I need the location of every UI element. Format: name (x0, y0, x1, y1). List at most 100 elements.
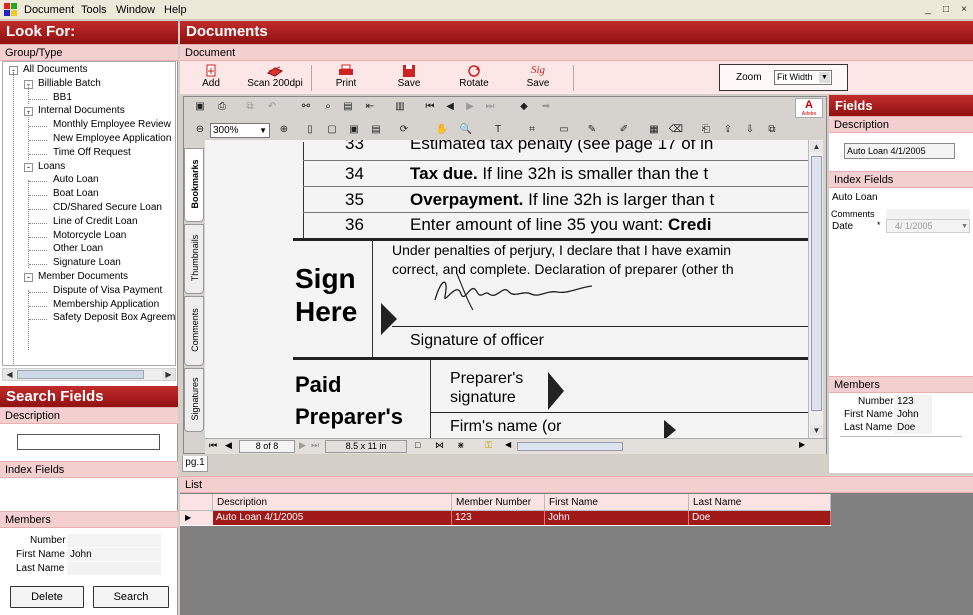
scroll-right-status-icon[interactable]: ▶ (799, 440, 805, 449)
last-page-icon[interactable]: ⏭ (482, 99, 498, 115)
pdf-horizontal-thumb[interactable] (517, 442, 623, 451)
tree-item[interactable]: Boat Loan (53, 188, 99, 199)
save-button[interactable]: Save (393, 64, 425, 89)
tree-item[interactable]: Dispute of Visa Payment (53, 285, 162, 296)
table-row-last-name[interactable]: Doe (689, 511, 831, 525)
page-icon[interactable]: ▤ (340, 99, 356, 115)
tab-comments[interactable]: Comments (184, 296, 204, 366)
fit-page-icon[interactable]: ▢ (324, 122, 340, 138)
table-row-description[interactable]: Auto Loan 4/1/2005 (213, 511, 452, 525)
menu-document[interactable]: Document (24, 4, 74, 16)
close-button[interactable]: × (957, 3, 971, 16)
tab-bookmarks[interactable]: Bookmarks (184, 148, 204, 222)
page-number-field[interactable]: 8 of 8 (239, 440, 295, 453)
row-selector-icon[interactable]: ▶ (180, 511, 213, 525)
menu-window[interactable]: Window (116, 4, 155, 16)
column-first-name[interactable]: First Name (545, 494, 689, 511)
scroll-left-status-icon[interactable]: ◀ (505, 440, 511, 449)
fields-number-value[interactable]: 123 (894, 395, 932, 408)
hand-tool-icon[interactable]: ✋ (434, 122, 450, 138)
pdf-print-icon[interactable]: ⎙ (214, 99, 230, 115)
tree-item[interactable]: Billiable Batch (38, 78, 101, 89)
tree-horizontal-scrollbar[interactable]: ◀ ▶ (2, 368, 176, 381)
scroll-up-icon[interactable]: ▲ (810, 141, 823, 152)
tree-item[interactable]: Safety Deposit Box Agreement (53, 312, 175, 323)
tree-item[interactable]: Membership Application (53, 299, 159, 310)
tree-item[interactable]: Auto Loan (53, 174, 99, 185)
menu-tools[interactable]: Tools (81, 4, 107, 16)
zoom-in-icon[interactable]: ⊕ (276, 122, 292, 138)
copy-pages-icon[interactable]: ⧉ (764, 122, 780, 138)
fields-comments-field[interactable] (886, 209, 970, 219)
signature-save-button[interactable]: Sig Save (522, 64, 554, 89)
binoculars-icon[interactable]: ⚯ (298, 99, 314, 115)
eraser-icon[interactable]: ⌫ (668, 122, 684, 138)
tree-item[interactable]: Other Loan (53, 243, 103, 254)
print-button[interactable]: Print (330, 64, 362, 89)
single-page-icon[interactable]: □ (415, 440, 420, 450)
tree-item[interactable]: BB1 (53, 92, 72, 103)
fit-width-icon[interactable]: ▣ (346, 122, 362, 138)
column-description[interactable]: Description (213, 494, 452, 511)
stamp-icon[interactable]: ▦ (646, 122, 662, 138)
next-page-status-icon[interactable]: ▶ (299, 440, 306, 451)
zoom-percent-chevron-icon[interactable]: ▼ (259, 124, 267, 137)
prev-page-status-icon[interactable]: ◀ (225, 440, 232, 451)
date-chevron-down-icon[interactable]: ▼ (961, 221, 968, 233)
zoom-tool-icon[interactable]: 🔍 (458, 122, 474, 138)
key-icon[interactable]: ⚿ (485, 440, 492, 451)
rotate-button[interactable]: Rotate (454, 64, 494, 89)
tree-item[interactable]: Loans (38, 161, 65, 172)
tree-item[interactable]: Line of Credit Loan (53, 216, 138, 227)
upload-icon[interactable]: ⇪ (720, 122, 736, 138)
fields-first-name-value[interactable]: John (894, 408, 932, 421)
tree-item[interactable]: Signature Loan (53, 257, 121, 268)
first-page-icon[interactable]: ⏮ (422, 99, 438, 115)
text-select-icon[interactable]: T (490, 122, 506, 138)
search-icon[interactable]: ⌕ (320, 99, 336, 115)
search-description-input[interactable] (17, 434, 160, 450)
tree-item[interactable]: New Employee Application (53, 133, 171, 144)
highlight-icon[interactable]: ✐ (616, 122, 632, 138)
fields-last-name-value[interactable]: Doe (894, 421, 932, 434)
pdf-vertical-scrollbar[interactable]: ▲ ▼ (808, 140, 823, 438)
group-type-tree[interactable]: All Documents - Billiable Batch - BB1 Interna… (2, 61, 176, 366)
zoom-select[interactable]: Fit Width ▼ (774, 70, 832, 85)
actual-size-icon[interactable]: ▯ (302, 122, 318, 138)
search-first-name-field[interactable]: John (67, 548, 161, 561)
minimize-button[interactable]: _ (921, 3, 935, 16)
continuous-icon[interactable]: ⋈ (435, 440, 444, 451)
tree-item[interactable]: All Documents (23, 64, 87, 75)
search-number-field[interactable] (67, 534, 161, 547)
pdf-save-icon[interactable]: ▣ (192, 99, 208, 115)
zoom-percent-select[interactable]: 300% ▼ (210, 123, 270, 138)
facing-icon[interactable]: ⋇ (457, 440, 465, 451)
next-page-icon[interactable]: ▶ (462, 99, 478, 115)
scroll-right-icon[interactable]: ▶ (162, 369, 175, 380)
pencil-icon[interactable]: ✎ (584, 122, 600, 138)
tree-expander-icon[interactable]: - (24, 273, 33, 282)
note-icon[interactable]: ▭ (556, 122, 572, 138)
rotate-view-icon[interactable]: ⟳ (396, 122, 412, 138)
go-forward-icon[interactable]: ➡ (538, 99, 554, 115)
go-back-icon[interactable]: ◆ (516, 99, 532, 115)
tree-item[interactable]: Monthly Employee Review (53, 119, 171, 130)
pages-icon[interactable]: ▥ (392, 99, 408, 115)
fields-date-picker[interactable]: 4/ 1/2005 ▼ (886, 219, 970, 233)
menu-help[interactable]: Help (164, 4, 187, 16)
tree-item[interactable]: Time Off Request (53, 147, 131, 158)
page-tab[interactable]: pg.1 (182, 456, 208, 472)
undo-icon[interactable]: ↶ (264, 99, 280, 115)
fields-description-value[interactable]: Auto Loan 4/1/2005 (844, 143, 955, 159)
search-last-name-field[interactable] (67, 562, 161, 575)
tree-expander-icon[interactable]: - (24, 162, 33, 172)
attach-icon[interactable]: ⎗ (698, 122, 714, 138)
search-button[interactable]: Search (93, 586, 169, 608)
column-member-number[interactable]: Member Number (452, 494, 545, 511)
tree-item[interactable]: CD/Shared Secure Loan (53, 202, 162, 213)
delete-button[interactable]: Delete (10, 586, 84, 608)
column-last-name[interactable]: Last Name (689, 494, 831, 511)
last-page-status-icon[interactable]: ⏭ (311, 440, 319, 451)
tree-item[interactable]: Internal Documents (38, 105, 125, 116)
tab-signatures[interactable]: Signatures (184, 368, 204, 432)
